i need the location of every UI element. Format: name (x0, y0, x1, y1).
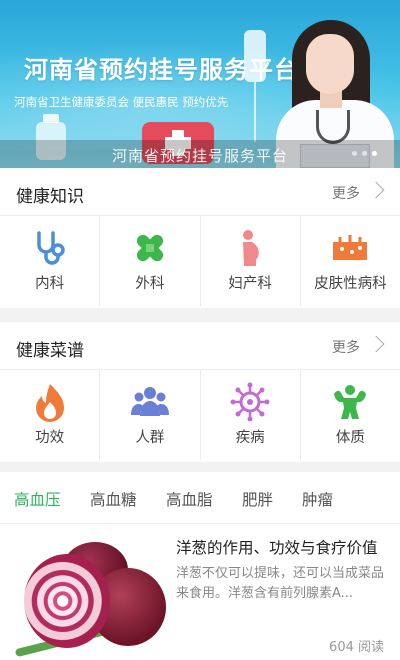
category-obstetrics[interactable]: 妇产科 (201, 216, 301, 306)
recipe-category-constitution[interactable]: 体质 (301, 370, 400, 460)
disease-tabs: 高血压 高血糖 高血脂 肥胖 肿瘤 (0, 472, 400, 524)
category-dermatology[interactable]: 皮肤性病科 (301, 216, 400, 306)
category-label: 妇产科 (228, 276, 272, 292)
tab-hyperlipidemia[interactable]: 高血脂 (166, 488, 213, 510)
people-icon (130, 387, 169, 416)
muscle-icon (334, 385, 367, 419)
stethoscope-icon (36, 231, 65, 265)
article-title[interactable]: 洋葱的作用、功效与食疗价值 (176, 536, 378, 558)
category-internal-medicine[interactable]: 内科 (0, 216, 101, 306)
onion-image (14, 532, 170, 658)
article-view-count: 604 阅读 (329, 640, 384, 655)
health-knowledge-header: 健康知识 更多 (0, 168, 400, 216)
tab-hyperglycemia[interactable]: 高血糖 (90, 488, 137, 510)
tab-hypertension[interactable]: 高血压 (14, 488, 61, 510)
recipe-category-effect[interactable]: 功效 (0, 370, 101, 460)
more-link[interactable]: 更多 (332, 337, 360, 357)
recipe-category-people[interactable]: 人群 (100, 370, 201, 460)
category-label: 人群 (135, 430, 165, 446)
health-recipes-section: 健康菜谱 更多 功效 人群 疾病 体质 (0, 322, 400, 462)
category-label: 功效 (35, 430, 65, 446)
banner-subtitle: 河南省卫生健康委员会 便民惠民 预约优先 (14, 95, 229, 109)
category-label: 皮肤性病科 (314, 276, 387, 292)
pregnancy-icon (243, 230, 259, 266)
tab-obesity[interactable]: 肥胖 (242, 488, 273, 510)
carousel-dot[interactable] (352, 151, 357, 156)
chevron-right-icon[interactable] (367, 335, 385, 353)
section-title: 健康菜谱 (16, 341, 84, 361)
article-description: 洋葱不仅可以提味，还可以当成菜品来食用。洋葱含有前列腺素A... (176, 566, 385, 601)
section-title: 健康知识 (16, 187, 84, 207)
banner-caption: 河南省预约挂号服务平台 (111, 147, 288, 165)
carousel-dot[interactable] (362, 151, 367, 156)
article-list-item[interactable]: 洋葱的作用、功效与食疗价值 洋葱不仅可以提味，还可以当成菜品来食用。洋葱含有前列… (0, 524, 400, 660)
health-recipes-header: 健康菜谱 更多 (0, 322, 400, 370)
more-link[interactable]: 更多 (332, 183, 360, 203)
chevron-right-icon[interactable] (367, 181, 385, 199)
bandage-icon (136, 234, 163, 262)
flame-icon (35, 384, 64, 422)
category-label: 体质 (335, 430, 365, 446)
banner[interactable]: 河南省预约挂号服务平台 河南省卫生健康委员会 便民惠民 预约优先 河南省预约挂号… (0, 0, 400, 168)
category-label: 内科 (35, 276, 65, 292)
category-surgery[interactable]: 外科 (100, 216, 201, 306)
iv-drip-icon (244, 30, 266, 142)
category-label: 外科 (135, 276, 165, 292)
virus-icon (230, 382, 270, 422)
tab-tumor[interactable]: 肿瘤 (302, 488, 333, 510)
carousel-dot-active[interactable] (372, 151, 377, 156)
category-label: 疾病 (235, 430, 265, 446)
recipe-category-disease[interactable]: 疾病 (201, 370, 301, 460)
health-knowledge-section: 健康知识 更多 内科 外科 妇产科 皮肤性病科 (0, 168, 400, 308)
skin-icon (333, 235, 368, 260)
